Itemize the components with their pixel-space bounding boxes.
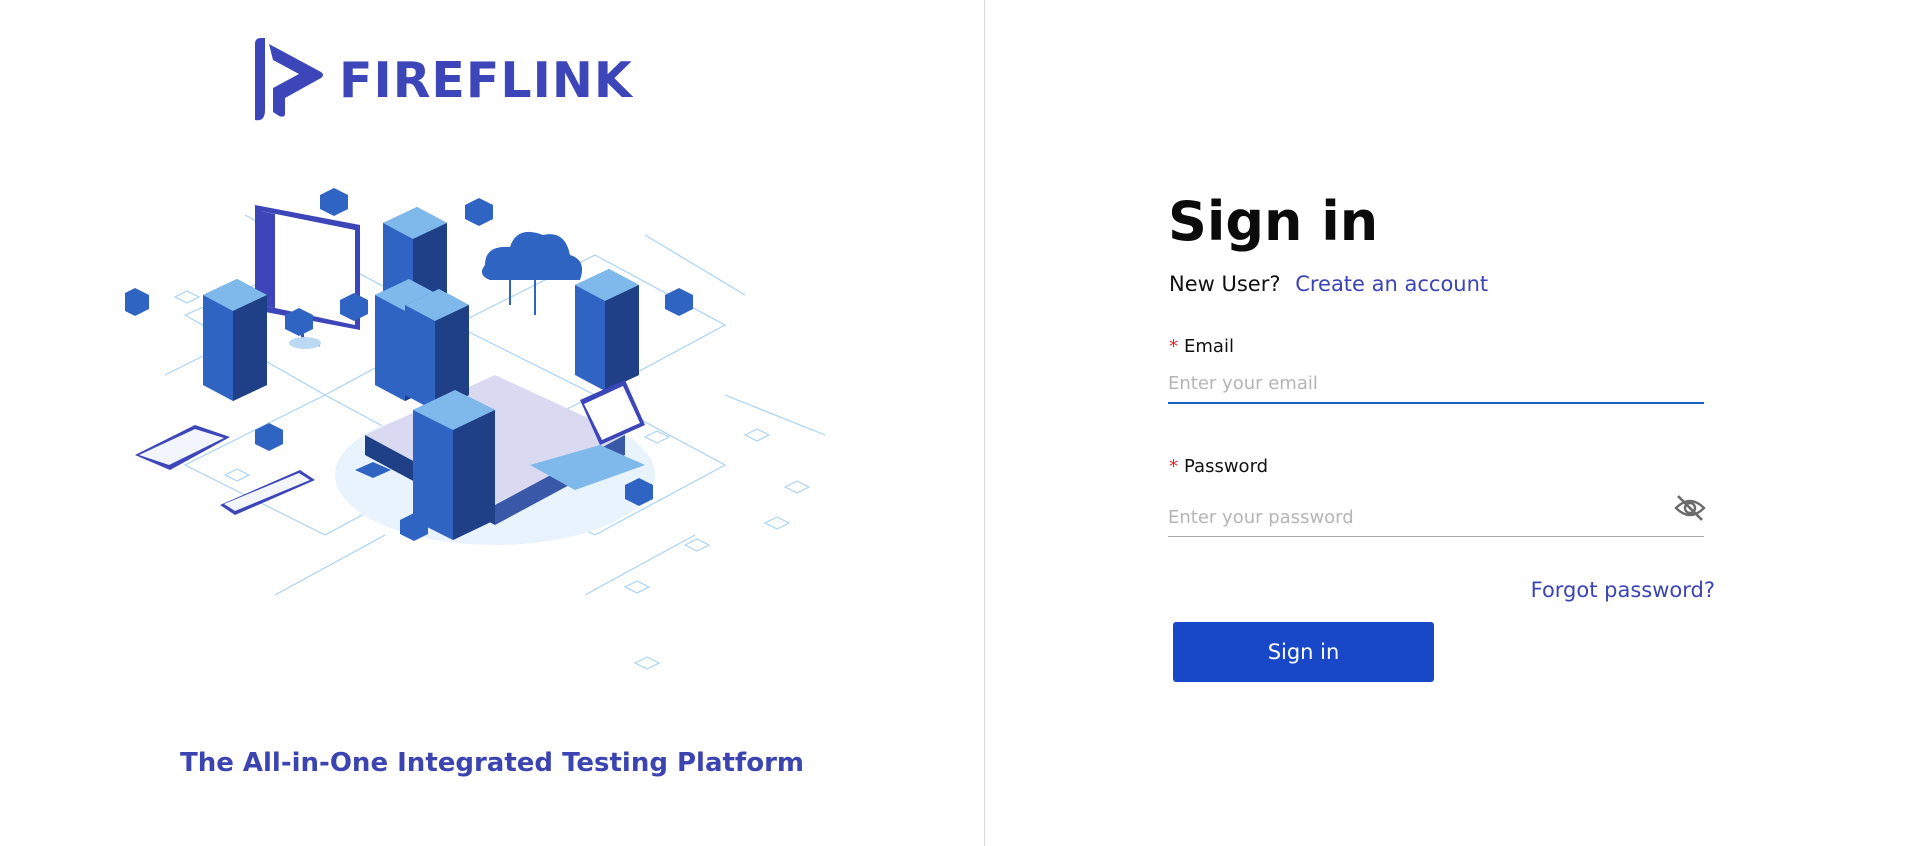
branding-panel: FIREFLINK The All-in-One Integrated Test… (0, 0, 984, 846)
brand-logo: FIREFLINK (249, 38, 633, 122)
required-marker: * (1169, 456, 1178, 477)
password-label-text: Password (1184, 456, 1269, 477)
new-user-label: New User? (1169, 272, 1281, 296)
brand-name: FIREFLINK (339, 51, 633, 109)
server-network-illustration (125, 188, 826, 670)
email-label-text: Email (1184, 336, 1234, 357)
new-user-row: New User? Create an account (1169, 272, 1488, 296)
password-label: * Password (1169, 456, 1268, 477)
email-label: * Email (1169, 336, 1234, 357)
email-field[interactable] (1168, 368, 1704, 404)
eye-slash-icon[interactable] (1673, 494, 1707, 522)
password-field[interactable] (1168, 502, 1704, 537)
fireflink-logo-icon (255, 38, 323, 121)
page-title: Sign in (1168, 190, 1379, 253)
required-marker: * (1169, 336, 1178, 357)
sign-in-button[interactable]: Sign in (1173, 622, 1434, 682)
signin-panel: Sign in New User? Create an account * Ema… (985, 0, 1920, 846)
brand-tagline: The All-in-One Integrated Testing Platfo… (179, 748, 805, 778)
forgot-password-link[interactable]: Forgot password? (1530, 578, 1715, 602)
create-account-link[interactable]: Create an account (1295, 272, 1488, 296)
